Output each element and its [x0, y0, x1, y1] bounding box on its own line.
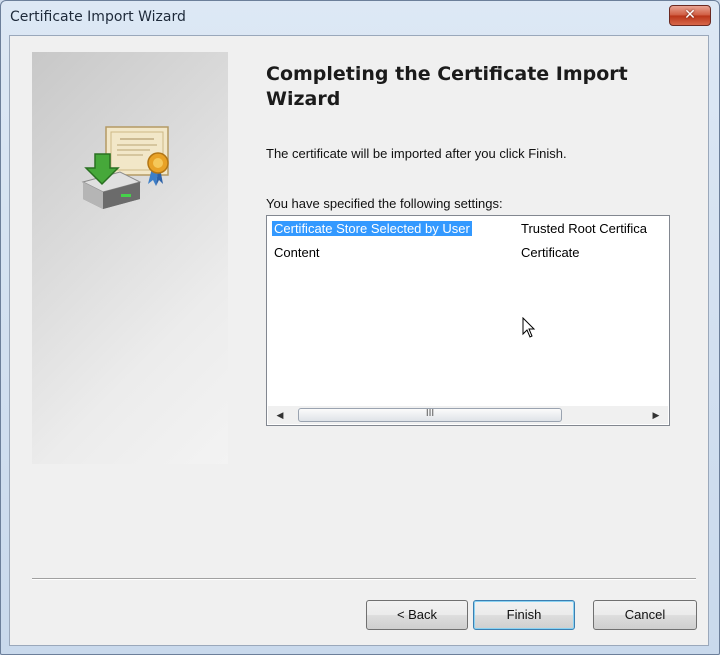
close-icon: ✕ [684, 7, 696, 23]
page-title: Completing the Certificate Import Wizard [266, 63, 628, 110]
setting-value: Certificate [521, 245, 580, 260]
footer-divider [32, 578, 696, 580]
window-title: Certificate Import Wizard [10, 9, 186, 25]
scroll-grip: III [425, 408, 435, 419]
certificate-import-icon [80, 124, 180, 218]
cancel-button[interactable]: Cancel [593, 600, 697, 630]
description-text: The certificate will be imported after y… [266, 146, 567, 161]
mouse-pointer-icon [522, 316, 536, 342]
wizard-window: Certificate Import Wizard ✕ Completing t… [0, 0, 720, 655]
close-button[interactable]: ✕ [669, 5, 711, 26]
wizard-side-panel [32, 52, 228, 464]
settings-label: You have specified the following setting… [266, 196, 503, 211]
scrollbar-thumb[interactable]: III [298, 408, 562, 422]
scroll-left-arrow-icon[interactable]: ◀ [272, 408, 288, 422]
horizontal-scrollbar[interactable]: ◀ III ▶ [268, 406, 668, 424]
setting-name: Content [274, 245, 320, 260]
wizard-client-area: Completing the Certificate Import Wizard… [9, 35, 709, 646]
title-bar: Certificate Import Wizard ✕ [1, 1, 719, 35]
setting-name: Certificate Store Selected by User [272, 221, 472, 236]
scroll-right-arrow-icon[interactable]: ▶ [648, 408, 664, 422]
settings-list[interactable]: Certificate Store Selected by User Trust… [266, 215, 670, 426]
finish-button[interactable]: Finish [473, 600, 575, 630]
back-button[interactable]: < Back [366, 600, 468, 630]
setting-value: Trusted Root Certifica [521, 221, 647, 236]
